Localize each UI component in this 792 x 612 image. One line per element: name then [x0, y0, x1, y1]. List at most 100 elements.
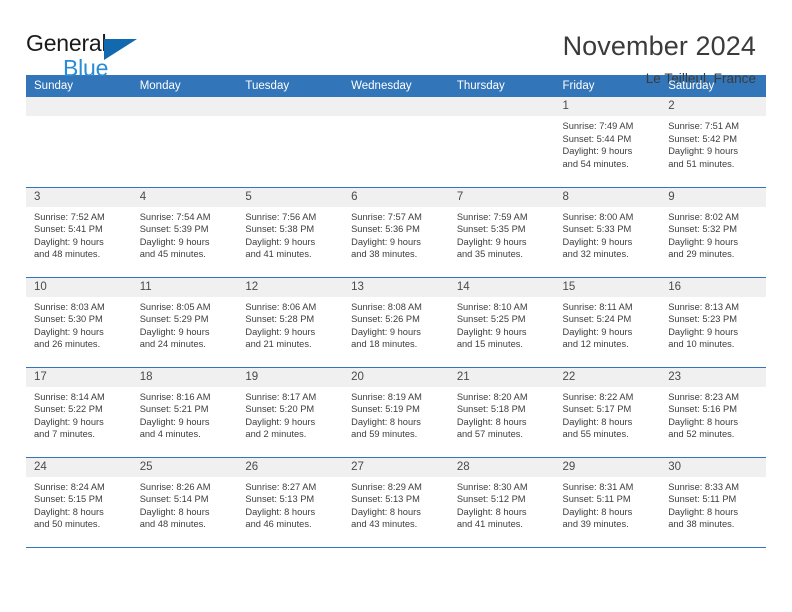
calendar-week-row: 3 Sunrise: 7:52 AM Sunset: 5:41 PM Daylight…: [26, 187, 766, 278]
sunset-text: Sunset: 5:13 PM: [245, 494, 315, 505]
daylight-text-line1: Daylight: 9 hours: [668, 326, 738, 337]
calendar-day-cell[interactable]: 26 Sunrise: 8:27 AM Sunset: 5:13 PM Dayligh…: [237, 457, 344, 548]
calendar-day-cell[interactable]: 14 Sunrise: 8:10 AM Sunset: 5:25 PM Dayligh…: [448, 277, 555, 368]
calendar-day-cell[interactable]: 3 Sunrise: 7:52 AM Sunset: 5:41 PM Daylight…: [26, 187, 132, 278]
sunset-text: Sunset: 5:11 PM: [562, 494, 631, 505]
calendar-day-cell[interactable]: 29 Sunrise: 8:31 AM Sunset: 5:11 PM Dayligh…: [554, 457, 661, 548]
day-number: 3: [26, 187, 132, 207]
daylight-text-line2: and 21 minutes.: [245, 339, 312, 350]
weekday-header-monday: Monday: [131, 75, 238, 97]
daylight-text-line1: Daylight: 9 hours: [139, 416, 210, 427]
daylight-text-line2: and 45 minutes.: [139, 249, 206, 260]
daylight-text-line1: Daylight: 9 hours: [139, 326, 210, 337]
sunrise-text: Sunrise: 8:10 AM: [456, 301, 528, 312]
calendar-day-cell[interactable]: 23 Sunrise: 8:23 AM Sunset: 5:16 PM Dayligh…: [660, 367, 766, 458]
daylight-text-line1: Daylight: 8 hours: [351, 416, 421, 427]
day-number: 9: [660, 187, 766, 207]
sunrise-text: Sunrise: 8:19 AM: [351, 391, 422, 402]
day-number: 4: [131, 187, 238, 207]
calendar-day-cell[interactable]: 10 Sunrise: 8:03 AM Sunset: 5:30 PM Dayligh…: [26, 277, 132, 368]
calendar-day-cell[interactable]: 4 Sunrise: 7:54 AM Sunset: 5:39 PM Daylight…: [131, 187, 238, 278]
day-details: Sunrise: 7:56 AM Sunset: 5:38 PM Daylight:…: [237, 207, 343, 261]
day-number: 30: [660, 457, 766, 477]
sunrise-text: Sunrise: 8:26 AM: [139, 481, 211, 492]
calendar-day-cell[interactable]: 16 Sunrise: 8:13 AM Sunset: 5:23 PM Dayligh…: [660, 277, 766, 368]
calendar-day-cell[interactable]: 7 Sunrise: 7:59 AM Sunset: 5:35 PM Daylight…: [448, 187, 555, 278]
title-block: November 2024 Le Teilleul, France: [563, 30, 756, 85]
calendar-day-cell[interactable]: 8 Sunrise: 8:00 AM Sunset: 5:33 PM Daylight…: [554, 187, 661, 278]
calendar-day-cell[interactable]: 22 Sunrise: 8:22 AM Sunset: 5:17 PM Dayligh…: [554, 367, 661, 458]
day-number: 16: [660, 277, 766, 297]
calendar-day-cell[interactable]: 21 Sunrise: 8:20 AM Sunset: 5:18 PM Dayligh…: [448, 367, 555, 458]
day-number: 21: [448, 367, 555, 387]
calendar-page: General Blue November 2024 Le Teilleul, …: [0, 0, 792, 612]
sunset-text: Sunset: 5:26 PM: [351, 314, 420, 325]
daylight-text-line1: Daylight: 8 hours: [668, 506, 738, 517]
daylight-text-line2: and 52 minutes.: [668, 429, 735, 440]
day-details: Sunrise: 7:59 AM Sunset: 5:35 PM Daylight:…: [449, 207, 555, 261]
day-number: 8: [554, 187, 661, 207]
daylight-text-line1: Daylight: 9 hours: [34, 236, 104, 247]
calendar-day-cell[interactable]: 5 Sunrise: 7:56 AM Sunset: 5:38 PM Daylight…: [237, 187, 344, 278]
daylight-text-line2: and 32 minutes.: [562, 249, 629, 260]
sunset-text: Sunset: 5:16 PM: [668, 404, 737, 415]
sunrise-text: Sunrise: 8:00 AM: [562, 211, 634, 222]
sunrise-text: Sunrise: 8:23 AM: [668, 391, 740, 402]
calendar-day-cell[interactable]: 12 Sunrise: 8:06 AM Sunset: 5:28 PM Dayligh…: [237, 277, 344, 368]
daylight-text-line2: and 39 minutes.: [562, 519, 629, 530]
sunset-text: Sunset: 5:36 PM: [351, 224, 420, 235]
calendar-day-cell[interactable]: 27 Sunrise: 8:29 AM Sunset: 5:13 PM Dayligh…: [343, 457, 449, 548]
calendar-day-cell[interactable]: 20 Sunrise: 8:19 AM Sunset: 5:19 PM Dayligh…: [343, 367, 449, 458]
daylight-text-line1: Daylight: 8 hours: [351, 506, 421, 517]
day-details: Sunrise: 8:05 AM Sunset: 5:29 PM Daylight:…: [132, 297, 238, 351]
day-details: Sunrise: 8:33 AM Sunset: 5:11 PM Daylight:…: [660, 477, 766, 531]
sunset-text: Sunset: 5:22 PM: [34, 404, 103, 415]
day-details: Sunrise: 8:24 AM Sunset: 5:15 PM Daylight:…: [26, 477, 132, 531]
calendar-day-cell[interactable]: 28 Sunrise: 8:30 AM Sunset: 5:12 PM Dayligh…: [448, 457, 555, 548]
calendar-day-cell[interactable]: 15 Sunrise: 8:11 AM Sunset: 5:24 PM Dayligh…: [554, 277, 661, 368]
day-details: Sunrise: 7:49 AM Sunset: 5:44 PM Daylight:…: [555, 116, 661, 170]
calendar-day-cell[interactable]: 11 Sunrise: 8:05 AM Sunset: 5:29 PM Dayligh…: [131, 277, 238, 368]
daylight-text-line2: and 29 minutes.: [668, 249, 735, 260]
sunset-text: Sunset: 5:42 PM: [668, 133, 737, 144]
calendar-day-cell[interactable]: 1 Sunrise: 7:49 AM Sunset: 5:44 PM Daylight…: [554, 97, 661, 188]
daylight-text-line1: Daylight: 9 hours: [456, 326, 527, 337]
calendar-day-cell[interactable]: 18 Sunrise: 8:16 AM Sunset: 5:21 PM Dayligh…: [131, 367, 238, 458]
daylight-text-line2: and 2 minutes.: [245, 429, 307, 440]
sunrise-text: Sunrise: 8:22 AM: [562, 391, 634, 402]
general-blue-logo[interactable]: General Blue: [26, 30, 146, 82]
daylight-text-line2: and 18 minutes.: [351, 339, 418, 350]
sunrise-text: Sunrise: 8:03 AM: [34, 301, 105, 312]
sunset-text: Sunset: 5:15 PM: [34, 494, 103, 505]
sunset-text: Sunset: 5:25 PM: [456, 314, 526, 325]
daylight-text-line2: and 38 minutes.: [351, 249, 418, 260]
calendar-day-cell[interactable]: 9 Sunrise: 8:02 AM Sunset: 5:32 PM Daylight…: [660, 187, 766, 278]
day-details: Sunrise: 8:10 AM Sunset: 5:25 PM Daylight:…: [449, 297, 555, 351]
daylight-text-line2: and 10 minutes.: [668, 339, 735, 350]
day-number: 14: [448, 277, 555, 297]
daylight-text-line2: and 54 minutes.: [562, 158, 629, 169]
day-number: 29: [554, 457, 661, 477]
calendar-day-cell[interactable]: 2 Sunrise: 7:51 AM Sunset: 5:42 PM Daylight…: [660, 97, 766, 188]
daylight-text-line1: Daylight: 9 hours: [668, 236, 738, 247]
calendar-day-cell[interactable]: 17 Sunrise: 8:14 AM Sunset: 5:22 PM Dayligh…: [26, 367, 132, 458]
calendar-day-cell[interactable]: 6 Sunrise: 7:57 AM Sunset: 5:36 PM Daylight…: [343, 187, 449, 278]
day-details: Sunrise: 8:14 AM Sunset: 5:22 PM Daylight:…: [26, 387, 132, 441]
calendar-day-cell[interactable]: 24 Sunrise: 8:24 AM Sunset: 5:15 PM Dayligh…: [26, 457, 132, 548]
sunrise-text: Sunrise: 7:51 AM: [668, 121, 740, 131]
sunset-text: Sunset: 5:13 PM: [351, 494, 420, 505]
day-number: 12: [237, 277, 344, 297]
day-details: Sunrise: 8:17 AM Sunset: 5:20 PM Daylight:…: [237, 387, 343, 441]
daylight-text-line1: Daylight: 9 hours: [34, 416, 104, 427]
calendar-day-cell[interactable]: 19 Sunrise: 8:17 AM Sunset: 5:20 PM Dayligh…: [237, 367, 344, 458]
calendar-day-cell-empty: [131, 97, 238, 188]
day-details: Sunrise: 8:20 AM Sunset: 5:18 PM Daylight:…: [449, 387, 555, 441]
day-number: 28: [448, 457, 555, 477]
daylight-text-line2: and 46 minutes.: [245, 519, 312, 530]
calendar-day-cell[interactable]: 30 Sunrise: 8:33 AM Sunset: 5:11 PM Dayligh…: [660, 457, 766, 548]
calendar-day-cell[interactable]: 25 Sunrise: 8:26 AM Sunset: 5:14 PM Dayligh…: [131, 457, 238, 548]
daylight-text-line2: and 24 minutes.: [139, 339, 206, 350]
calendar-day-cell[interactable]: 13 Sunrise: 8:08 AM Sunset: 5:26 PM Dayligh…: [343, 277, 449, 368]
calendar-day-cell-empty: [237, 97, 344, 188]
sunrise-text: Sunrise: 8:16 AM: [139, 391, 211, 402]
